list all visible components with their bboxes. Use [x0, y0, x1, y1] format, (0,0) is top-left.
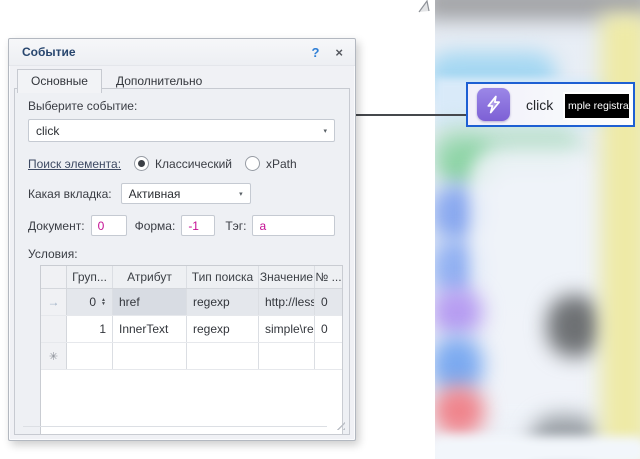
blur-blob	[601, 14, 640, 459]
dialog-titlebar[interactable]: Событие ? ×	[9, 39, 355, 66]
form-input[interactable]: -1	[181, 215, 215, 236]
which-tab-value: Активная	[129, 187, 181, 201]
grid-header-marker	[41, 266, 67, 288]
searchtype-cell[interactable]: regexp	[187, 316, 259, 342]
tag-value: a	[259, 219, 266, 233]
document-input[interactable]: 0	[91, 215, 127, 236]
element-tooltip: mple registrat	[563, 92, 631, 120]
element-search-row: Поиск элемента: Классический xPath	[28, 156, 335, 171]
blur-blob	[435, 288, 483, 336]
cursor-fragment-icon	[417, 0, 435, 13]
tab-page-main: Выберите событие: click ▾ Поиск элемента…	[14, 88, 350, 435]
radio-classic-label: Классический	[155, 157, 232, 171]
value-cell[interactable]: http://less...	[259, 289, 315, 315]
group-value: 0	[89, 295, 96, 309]
connector-line	[355, 114, 468, 116]
group-cell[interactable]	[67, 343, 113, 369]
event-select-combobox[interactable]: click ▾	[28, 119, 335, 142]
document-label: Документ:	[28, 219, 85, 233]
number-cell[interactable]: 0	[315, 316, 342, 342]
chevron-down-icon: ▾	[239, 190, 243, 198]
event-select-value: click	[36, 124, 59, 138]
chevron-down-icon: ▾	[323, 127, 327, 135]
which-tab-combobox[interactable]: Активная ▾	[121, 183, 251, 204]
group-cell[interactable]: 1	[67, 316, 113, 342]
element-card-label: click	[526, 97, 553, 113]
screen: click mple registrat Событие ? × Основны…	[0, 0, 640, 459]
radio-xpath-label: xPath	[266, 157, 297, 171]
row-marker	[41, 316, 67, 342]
blur-blob	[435, 436, 640, 459]
event-select-label: Выберите событие:	[28, 99, 137, 113]
which-tab-row: Какая вкладка: Активная ▾	[28, 183, 335, 204]
document-value: 0	[98, 219, 105, 233]
row-arrow-icon: →	[41, 289, 67, 315]
form-value: -1	[188, 219, 199, 233]
attribute-cell[interactable]: href	[113, 289, 187, 315]
spinner-icon[interactable]: ▲ ▼	[101, 298, 106, 306]
grid-header-number[interactable]: № ...	[315, 266, 342, 288]
blur-blob	[470, 150, 600, 420]
number-cell[interactable]	[315, 343, 342, 369]
status-divider	[23, 426, 327, 427]
browser-window-blurred	[435, 0, 640, 459]
value-cell[interactable]: simple\regi...	[259, 316, 315, 342]
table-row[interactable]: 1 InnerText regexp simple\regi... 0	[41, 316, 342, 343]
help-button[interactable]: ?	[311, 45, 319, 60]
grid-header-searchtype[interactable]: Тип поиска	[187, 266, 259, 288]
fields-row: Документ: 0 Форма: -1 Тэг: a	[28, 215, 335, 236]
dialog-title: Событие	[22, 45, 311, 59]
conditions-label: Условия:	[28, 247, 335, 261]
selected-element-card[interactable]: click mple registrat	[466, 82, 635, 127]
conditions-grid: Груп... Атрибут Тип поиска Значение № ..…	[40, 265, 343, 435]
searchtype-cell[interactable]	[187, 343, 259, 369]
lightning-icon	[477, 88, 510, 121]
close-button[interactable]: ×	[335, 45, 343, 60]
grid-empty-area	[41, 370, 342, 434]
table-new-row[interactable]: ✳	[41, 343, 342, 370]
element-search-link[interactable]: Поиск элемента:	[28, 157, 121, 171]
tag-input[interactable]: a	[252, 215, 335, 236]
number-cell[interactable]: 0	[315, 289, 342, 315]
searchtype-cell[interactable]: regexp	[187, 289, 259, 315]
spin-down-icon[interactable]: ▼	[101, 302, 106, 306]
event-dialog: Событие ? × Основные Дополнительно Выбер…	[8, 38, 356, 441]
group-cell[interactable]: 0 ▲ ▼	[67, 289, 113, 315]
tab-strip: Основные Дополнительно	[9, 69, 355, 93]
tab-additional[interactable]: Дополнительно	[102, 69, 216, 93]
grid-header-value[interactable]: Значение	[259, 266, 315, 288]
attribute-cell[interactable]: InnerText	[113, 316, 187, 342]
attribute-cell[interactable]	[113, 343, 187, 369]
grid-header-attribute[interactable]: Атрибут	[113, 266, 187, 288]
radio-classic[interactable]	[134, 156, 149, 171]
blur-blob	[547, 295, 602, 357]
radio-xpath[interactable]	[245, 156, 260, 171]
table-row[interactable]: → 0 ▲ ▼ href regexp http://less... 0	[41, 289, 342, 316]
value-cell[interactable]	[259, 343, 315, 369]
tab-main[interactable]: Основные	[17, 69, 102, 93]
grid-header-row: Груп... Атрибут Тип поиска Значение № ..…	[41, 266, 342, 289]
grid-header-group[interactable]: Груп...	[67, 266, 113, 288]
which-tab-label: Какая вкладка:	[28, 187, 112, 201]
form-label: Форма:	[135, 219, 176, 233]
blur-blob	[435, 386, 485, 436]
tag-label: Тэг:	[225, 219, 246, 233]
new-row-icon: ✳	[41, 343, 67, 369]
